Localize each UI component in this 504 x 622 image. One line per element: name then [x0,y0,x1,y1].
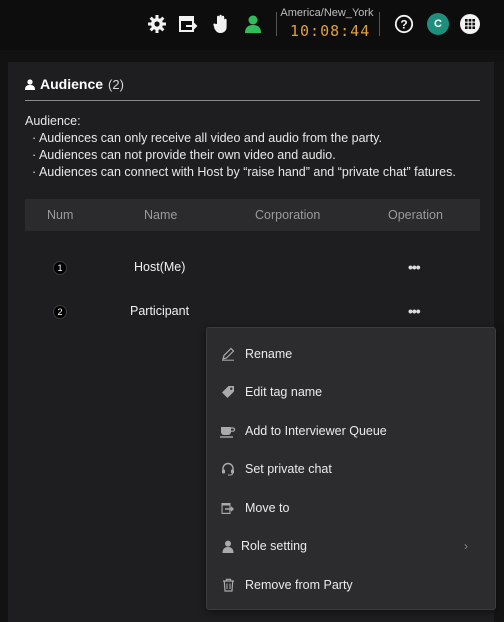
more-options-button[interactable]: ••• [408,259,421,275]
description-bullet: · Audiences can only receive all video a… [32,131,382,145]
row-number: 1 [53,261,67,275]
person-icon[interactable] [242,13,264,35]
trash-icon [220,577,236,593]
help-icon[interactable]: ? [393,13,415,35]
menu-item-label: Rename [245,347,293,361]
divider [276,12,277,36]
move-to-icon [220,500,236,516]
menu-item-label: Role setting [241,539,308,553]
description-bullet: · Audiences can connect with Host by “ra… [32,165,456,179]
table-row: 2 Participant ••• [25,297,480,327]
clock-display: 10:08:44 [290,22,371,40]
gear-icon[interactable] [146,13,168,35]
chevron-right-icon: › [464,539,468,553]
audience-description: Audience: · Audiences can only receive a… [25,113,456,181]
raise-hand-icon[interactable] [210,13,232,35]
table-header: Num Name Corporation Operation [25,199,480,231]
description-bullet: · Audiences can not provide their own vi… [32,148,336,162]
menu-item-label: Move to [245,501,290,515]
menu-item-move-to[interactable]: Move to [207,493,495,523]
column-header-corporation: Corporation [255,208,321,222]
row-name: Host(Me) [134,260,186,274]
divider [379,12,380,36]
tag-icon [220,384,236,400]
more-options-button[interactable]: ••• [408,303,421,319]
menu-item-remove-from-party[interactable]: Remove from Party [207,570,495,600]
person-icon [220,538,236,554]
timezone-label: America/New_York [280,7,374,19]
person-icon [25,78,35,90]
menu-item-label: Edit tag name [245,385,323,399]
apps-grid-icon[interactable] [459,13,481,35]
headset-icon [220,461,236,477]
column-header-operation: Operation [388,208,443,222]
audience-header: Audience (2) [25,76,124,92]
move-to-icon[interactable] [178,13,200,35]
menu-item-label: Set private chat [245,462,332,476]
participant-context-menu: Rename Edit tag name Add to Interviewer … [206,327,496,610]
menu-item-label: Add to Interviewer Queue [245,424,387,438]
column-header-num: Num [47,208,74,222]
audience-title: Audience [40,76,104,92]
cup-icon [220,423,236,439]
table-row: 1 Host(Me) ••• [25,253,480,283]
menu-item-set-private-chat[interactable]: Set private chat [207,454,495,484]
description-heading: Audience: [25,114,81,128]
menu-item-label: Remove from Party [245,578,353,592]
avatar[interactable]: C [427,13,449,35]
audience-count: (2) [108,76,124,92]
row-name: Participant [130,304,190,318]
svg-text:?: ? [400,18,407,32]
column-header-name: Name [144,208,178,222]
menu-item-add-to-interviewer-queue[interactable]: Add to Interviewer Queue [207,416,495,446]
menu-item-rename[interactable]: Rename [207,339,495,369]
row-number: 2 [53,305,67,319]
menu-item-role-setting[interactable]: Role setting › [207,531,495,561]
top-toolbar: America/New_York 10:08:44 ? C [0,0,504,50]
pen-icon [220,346,236,362]
divider [25,100,480,101]
menu-item-edit-tag-name[interactable]: Edit tag name [207,377,495,407]
